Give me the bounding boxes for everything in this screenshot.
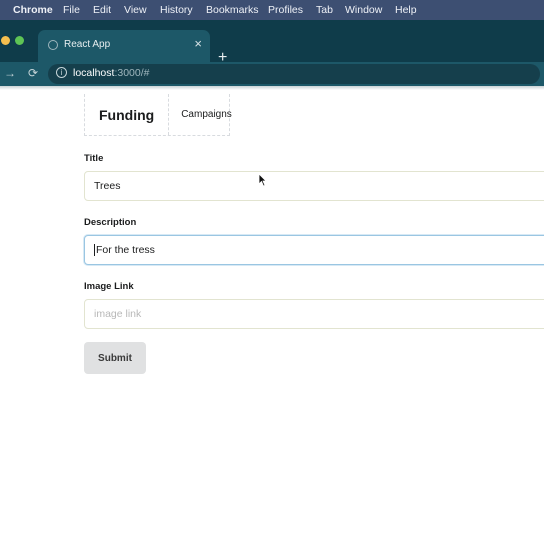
window-minimize-icon[interactable] bbox=[1, 36, 10, 45]
forward-arrow-icon[interactable]: → bbox=[4, 66, 16, 80]
nav-link-campaigns[interactable]: Campaigns bbox=[169, 109, 232, 120]
toolbar-shadow bbox=[0, 86, 544, 90]
window-zoom-icon[interactable] bbox=[15, 36, 24, 45]
menu-view[interactable]: View bbox=[124, 4, 147, 16]
submit-button[interactable]: Submit bbox=[84, 342, 146, 374]
description-input[interactable]: For the tress bbox=[84, 235, 544, 265]
text-caret bbox=[94, 244, 95, 256]
tab-title: React App bbox=[64, 39, 111, 50]
browser-tab-react-app[interactable]: React App × bbox=[38, 30, 210, 62]
browser-tab-strip: React App × + bbox=[0, 20, 544, 66]
title-label: Title bbox=[84, 153, 104, 164]
url-rest: :3000/# bbox=[114, 67, 150, 79]
menu-profiles[interactable]: Profiles bbox=[268, 4, 303, 16]
site-info-icon[interactable]: i bbox=[56, 67, 67, 78]
nav-brand-funding[interactable]: Funding bbox=[85, 94, 170, 135]
menu-history[interactable]: History bbox=[160, 4, 193, 16]
image-link-input[interactable]: image link bbox=[84, 299, 544, 329]
menu-tab[interactable]: Tab bbox=[316, 4, 333, 16]
mouse-cursor-icon bbox=[258, 173, 267, 187]
menu-window[interactable]: Window bbox=[345, 4, 382, 16]
menu-help[interactable]: Help bbox=[395, 4, 417, 16]
address-bar[interactable]: i localhost:3000/# bbox=[48, 64, 540, 84]
description-label: Description bbox=[84, 217, 137, 228]
react-favicon-icon bbox=[48, 40, 58, 50]
menu-bookmarks[interactable]: Bookmarks bbox=[206, 4, 259, 16]
url-host: localhost bbox=[73, 67, 115, 79]
tab-close-icon[interactable]: × bbox=[194, 36, 202, 51]
menu-app-chrome[interactable]: Chrome bbox=[13, 4, 53, 16]
top-navigation-menu: Funding Campaigns bbox=[84, 94, 232, 136]
reload-icon[interactable]: ⟳ bbox=[28, 66, 38, 80]
image-link-label: Image Link bbox=[84, 281, 134, 292]
address-url: localhost:3000/# bbox=[73, 67, 150, 79]
description-value: For the tress bbox=[96, 244, 155, 256]
title-input[interactable]: Trees bbox=[84, 171, 544, 201]
macos-menu-bar: Chrome File Edit View History Bookmarks … bbox=[0, 0, 544, 20]
browser-toolbar: → ⟳ i localhost:3000/# bbox=[0, 62, 544, 86]
menu-file[interactable]: File bbox=[63, 4, 80, 16]
menu-edit[interactable]: Edit bbox=[93, 4, 111, 16]
